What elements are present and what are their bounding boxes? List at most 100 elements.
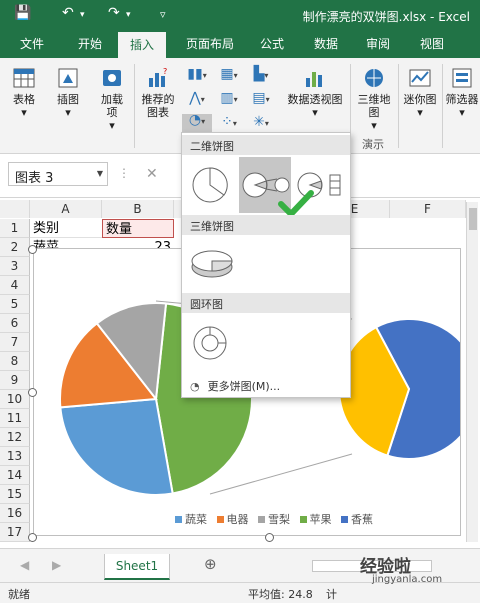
cell-b2[interactable]: 23 bbox=[102, 238, 174, 248]
line-chart-button[interactable]: ⋀▾ bbox=[182, 91, 212, 106]
scroll-left-icon[interactable]: ◀ bbox=[20, 558, 29, 572]
row-header[interactable]: 1 bbox=[0, 219, 30, 238]
illustrations-button[interactable]: 插图 ▾ bbox=[52, 66, 84, 119]
scroll-right-icon[interactable]: ▶ bbox=[52, 558, 61, 572]
row-header[interactable]: 4 bbox=[0, 276, 30, 295]
illustrations-label: 插图 bbox=[57, 93, 79, 106]
chevron-down-icon[interactable]: ▼ bbox=[97, 169, 103, 178]
sheet-tab-sheet1[interactable]: Sheet1 bbox=[104, 554, 170, 580]
addins-label: 加载项 bbox=[101, 93, 123, 119]
legend-swatch bbox=[175, 516, 182, 523]
vertical-scrollbar[interactable] bbox=[466, 202, 478, 542]
tours-group-label: 演示 bbox=[362, 138, 384, 151]
row-header[interactable]: 6 bbox=[0, 314, 30, 333]
title-bar: 💾 ↶ ▾ ↷ ▾ ▿ 制作漂亮的双饼图.xlsx - Excel bbox=[0, 0, 480, 30]
resize-handle[interactable] bbox=[28, 388, 37, 397]
tab-formulas[interactable]: 公式 bbox=[260, 35, 284, 52]
section-2d-pie: 二维饼图 bbox=[182, 135, 350, 155]
column-chart-button[interactable]: ▮▮▾ bbox=[182, 67, 212, 82]
recommended-charts-button[interactable]: ? 推荐的图表 bbox=[138, 66, 178, 119]
3d-map-button[interactable]: 三维地图▾ bbox=[354, 66, 394, 132]
tab-review[interactable]: 审阅 bbox=[366, 35, 390, 52]
pie-icon bbox=[192, 167, 228, 203]
column-header-a[interactable]: A bbox=[30, 200, 102, 218]
add-sheet-icon[interactable]: ⊕ bbox=[204, 555, 217, 573]
pie-option[interactable] bbox=[186, 157, 238, 213]
chevron-down-icon: ▾ bbox=[312, 106, 318, 119]
pivot-chart-button[interactable]: 数据透视图 ▾ bbox=[282, 66, 348, 119]
table-button[interactable]: 表格 ▾ bbox=[8, 66, 40, 119]
resize-handle[interactable] bbox=[265, 533, 274, 542]
scatter-chart-button[interactable]: ⁘▾ bbox=[214, 115, 244, 130]
donut-icon bbox=[193, 326, 227, 360]
row-header[interactable]: 7 bbox=[0, 333, 30, 352]
legend-item: 雪梨 bbox=[268, 513, 290, 526]
undo-icon[interactable]: ↶ bbox=[62, 5, 74, 21]
store-icon bbox=[103, 70, 121, 86]
chevron-down-icon: ▾ bbox=[459, 106, 465, 119]
column-header-b[interactable]: B bbox=[102, 200, 174, 218]
pie-slice[interactable] bbox=[59, 397, 174, 496]
more-icon: ⋮ bbox=[118, 166, 130, 180]
combo-chart-button[interactable]: ▤▾ bbox=[246, 91, 276, 106]
name-box-value: 图表 3 bbox=[15, 171, 54, 186]
tab-insert[interactable]: 插入 bbox=[118, 32, 167, 58]
resize-handle[interactable] bbox=[28, 533, 37, 542]
name-box[interactable]: 图表 3 ▼ bbox=[8, 162, 108, 186]
chart-legend[interactable]: 蔬菜 电器 雪梨 苹果 香蕉 bbox=[169, 511, 373, 527]
recommended-charts-label: 推荐的图表 bbox=[141, 93, 175, 119]
sparklines-button[interactable]: 迷你图 ▾ bbox=[402, 66, 438, 119]
legend-item: 苹果 bbox=[309, 513, 332, 526]
radar-chart-button[interactable]: ✳▾ bbox=[246, 115, 276, 130]
save-icon[interactable]: 💾 bbox=[14, 5, 31, 21]
scrollbar-thumb[interactable] bbox=[469, 208, 477, 230]
filters-button[interactable]: 筛选器 ▾ bbox=[444, 66, 480, 119]
3d-pie-option[interactable] bbox=[186, 237, 238, 289]
row-header[interactable]: 3 bbox=[0, 257, 30, 276]
ribbon-separator bbox=[134, 64, 135, 148]
secondary-pie[interactable] bbox=[338, 318, 480, 460]
row-header[interactable]: 5 bbox=[0, 295, 30, 314]
row-header[interactable]: 11 bbox=[0, 409, 30, 428]
addins-button[interactable]: 加载项 ▾ bbox=[96, 66, 128, 132]
pie-icon: ◔ bbox=[190, 380, 200, 393]
tab-home[interactable]: 开始 bbox=[78, 35, 102, 52]
legend-item: 电器 bbox=[226, 513, 249, 526]
cancel-icon[interactable]: ✕ bbox=[146, 166, 158, 182]
row-header[interactable]: 2 bbox=[0, 238, 30, 257]
redo-dropdown-icon[interactable]: ▾ bbox=[126, 10, 131, 20]
row-header[interactable]: 15 bbox=[0, 485, 30, 504]
resize-handle[interactable] bbox=[28, 245, 37, 254]
row-header[interactable]: 16 bbox=[0, 504, 30, 523]
redo-icon[interactable]: ↷ bbox=[108, 5, 120, 21]
row-header[interactable]: 10 bbox=[0, 390, 30, 409]
row-header[interactable]: 8 bbox=[0, 352, 30, 371]
table-icon bbox=[13, 68, 35, 88]
customize-toolbar-icon[interactable]: ▿ bbox=[160, 8, 166, 21]
tab-page-layout[interactable]: 页面布局 bbox=[186, 35, 234, 52]
window-title: 制作漂亮的双饼图.xlsx - Excel bbox=[302, 10, 470, 24]
statistic-chart-button[interactable]: ▥▾ bbox=[214, 91, 244, 106]
row-header[interactable]: 12 bbox=[0, 428, 30, 447]
tab-data[interactable]: 数据 bbox=[314, 35, 338, 52]
tab-file[interactable]: 文件 bbox=[20, 35, 44, 52]
column-header-f[interactable]: F bbox=[390, 200, 466, 218]
undo-dropdown-icon[interactable]: ▾ bbox=[80, 10, 85, 20]
row-header[interactable]: 9 bbox=[0, 371, 30, 390]
watermark-url: jingyanla.com bbox=[372, 574, 443, 585]
row-header[interactable]: 13 bbox=[0, 447, 30, 466]
hierarchy-chart-button[interactable]: ▦▾ bbox=[214, 67, 244, 82]
row-header[interactable]: 17 bbox=[0, 523, 30, 542]
ready-status: 就绪 bbox=[8, 588, 30, 601]
tab-view[interactable]: 视图 bbox=[420, 35, 444, 52]
waterfall-chart-button[interactable]: ▙▾ bbox=[246, 67, 276, 82]
cell-a1[interactable]: 类别 bbox=[30, 219, 102, 238]
row-header[interactable]: 14 bbox=[0, 466, 30, 485]
legend-swatch bbox=[258, 516, 265, 523]
cell-b1[interactable]: 数量 bbox=[102, 219, 174, 238]
select-all-corner[interactable] bbox=[0, 200, 30, 218]
cell-a2[interactable]: 蔬菜 bbox=[30, 238, 102, 248]
donut-option[interactable] bbox=[186, 315, 238, 371]
more-pie-charts-item[interactable]: ◔ 更多饼图(M)... bbox=[190, 378, 280, 394]
ribbon-separator bbox=[442, 64, 443, 148]
